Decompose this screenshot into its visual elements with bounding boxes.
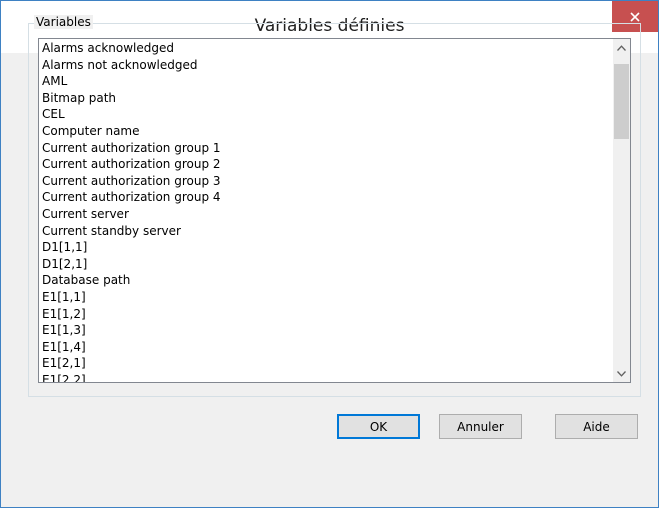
list-item[interactable]: Computer name xyxy=(42,123,602,140)
list-items: Alarms acknowledged Alarms not acknowled… xyxy=(42,40,602,382)
list-item[interactable]: Current authorization group 3 xyxy=(42,173,602,190)
chevron-up-icon xyxy=(617,44,626,51)
list-item[interactable]: D1[2,1] xyxy=(42,256,602,273)
list-item[interactable]: Current standby server xyxy=(42,223,602,240)
cancel-button[interactable]: Annuler xyxy=(439,414,522,439)
list-item[interactable]: Bitmap path xyxy=(42,90,602,107)
list-item[interactable]: E1[1,2] xyxy=(42,306,602,323)
list-item[interactable]: E1[1,1] xyxy=(42,289,602,306)
help-button[interactable]: Aide xyxy=(555,414,638,439)
list-item[interactable]: Alarms not acknowledged xyxy=(42,57,602,74)
list-item[interactable]: Current server xyxy=(42,206,602,223)
list-item[interactable]: E1[2,2] xyxy=(42,372,602,382)
ok-button[interactable]: OK xyxy=(337,414,420,439)
list-item[interactable]: Alarms acknowledged xyxy=(42,40,602,57)
list-item[interactable]: D1[1,1] xyxy=(42,239,602,256)
scroll-up-button[interactable] xyxy=(613,39,630,56)
list-item[interactable]: Current authorization group 2 xyxy=(42,156,602,173)
list-item[interactable]: Current authorization group 1 xyxy=(42,140,602,157)
list-item[interactable]: Current authorization group 4 xyxy=(42,189,602,206)
list-item[interactable]: CEL xyxy=(42,106,602,123)
scroll-down-button[interactable] xyxy=(613,365,630,382)
list-item[interactable]: E1[2,1] xyxy=(42,355,602,372)
vertical-scrollbar[interactable] xyxy=(613,39,630,382)
list-item[interactable]: Database path xyxy=(42,272,602,289)
close-icon xyxy=(630,11,640,22)
dialog-window: Variables définies Variables Alarms ackn… xyxy=(0,0,659,508)
chevron-down-icon xyxy=(617,370,626,377)
variables-listbox[interactable]: Alarms acknowledged Alarms not acknowled… xyxy=(38,38,631,383)
list-item[interactable]: AML xyxy=(42,73,602,90)
list-item[interactable]: E1[1,3] xyxy=(42,322,602,339)
list-item[interactable]: E1[1,4] xyxy=(42,339,602,356)
variables-group-label: Variables xyxy=(34,15,93,29)
scroll-thumb[interactable] xyxy=(614,64,629,139)
